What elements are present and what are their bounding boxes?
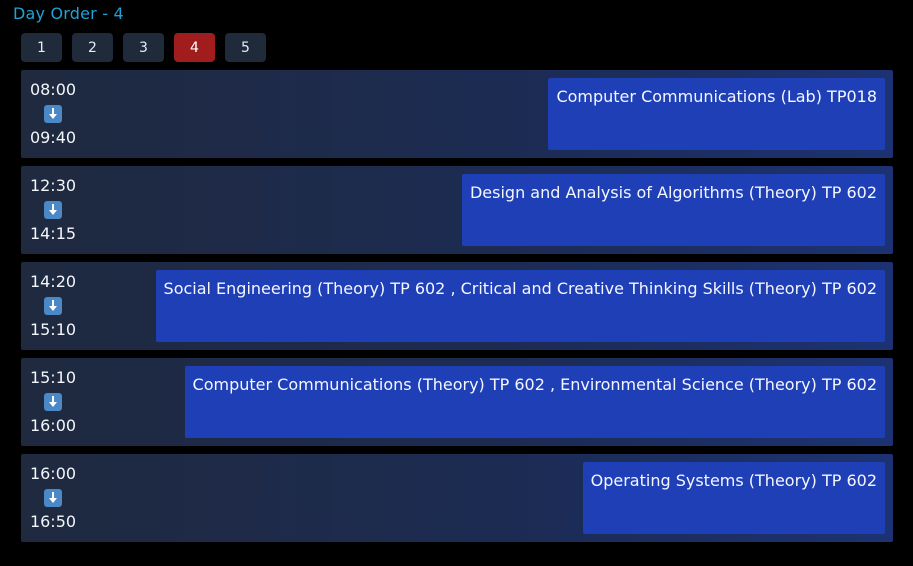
slot-start-time: 12:30 — [29, 176, 77, 195]
day-tab-5[interactable]: 5 — [225, 33, 266, 62]
slot-time: 12:30 14:15 — [21, 166, 85, 254]
down-arrow-icon — [44, 393, 62, 411]
timetable-page: Day Order - 4 1 2 3 4 5 08:00 09:40 Comp… — [0, 0, 913, 566]
day-tab-1[interactable]: 1 — [21, 33, 62, 62]
slot-end-time: 14:15 — [29, 224, 77, 243]
course-block[interactable]: Operating Systems (Theory) TP 602 — [582, 462, 885, 534]
course-block[interactable]: Social Engineering (Theory) TP 602 , Cri… — [155, 270, 885, 342]
time-slot: 08:00 09:40 Computer Communications (Lab… — [21, 70, 893, 158]
time-slot: 12:30 14:15 Design and Analysis of Algor… — [21, 166, 893, 254]
time-slot: 14:20 15:10 Social Engineering (Theory) … — [21, 262, 893, 350]
slot-end-time: 16:50 — [29, 512, 77, 531]
slot-end-time: 16:00 — [29, 416, 77, 435]
slot-time: 16:00 16:50 — [21, 454, 85, 542]
down-arrow-icon — [44, 489, 62, 507]
timetable-slots: 08:00 09:40 Computer Communications (Lab… — [21, 70, 893, 550]
day-tab-4[interactable]: 4 — [174, 33, 215, 62]
course-block[interactable]: Computer Communications (Lab) TP018 — [548, 78, 885, 150]
time-slot: 16:00 16:50 Operating Systems (Theory) T… — [21, 454, 893, 542]
slot-start-time: 08:00 — [29, 80, 77, 99]
slot-end-time: 15:10 — [29, 320, 77, 339]
day-order-heading: Day Order - 4 — [13, 4, 124, 23]
day-order-tabs: 1 2 3 4 5 — [21, 33, 266, 62]
slot-time: 14:20 15:10 — [21, 262, 85, 350]
down-arrow-icon — [44, 297, 62, 315]
slot-time: 08:00 09:40 — [21, 70, 85, 158]
slot-time: 15:10 16:00 — [21, 358, 85, 446]
slot-start-time: 14:20 — [29, 272, 77, 291]
down-arrow-icon — [44, 201, 62, 219]
time-slot: 15:10 16:00 Computer Communications (The… — [21, 358, 893, 446]
day-tab-2[interactable]: 2 — [72, 33, 113, 62]
course-block[interactable]: Computer Communications (Theory) TP 602 … — [184, 366, 885, 438]
down-arrow-icon — [44, 105, 62, 123]
slot-end-time: 09:40 — [29, 128, 77, 147]
course-block[interactable]: Design and Analysis of Algorithms (Theor… — [461, 174, 885, 246]
slot-start-time: 15:10 — [29, 368, 77, 387]
day-tab-3[interactable]: 3 — [123, 33, 164, 62]
slot-start-time: 16:00 — [29, 464, 77, 483]
